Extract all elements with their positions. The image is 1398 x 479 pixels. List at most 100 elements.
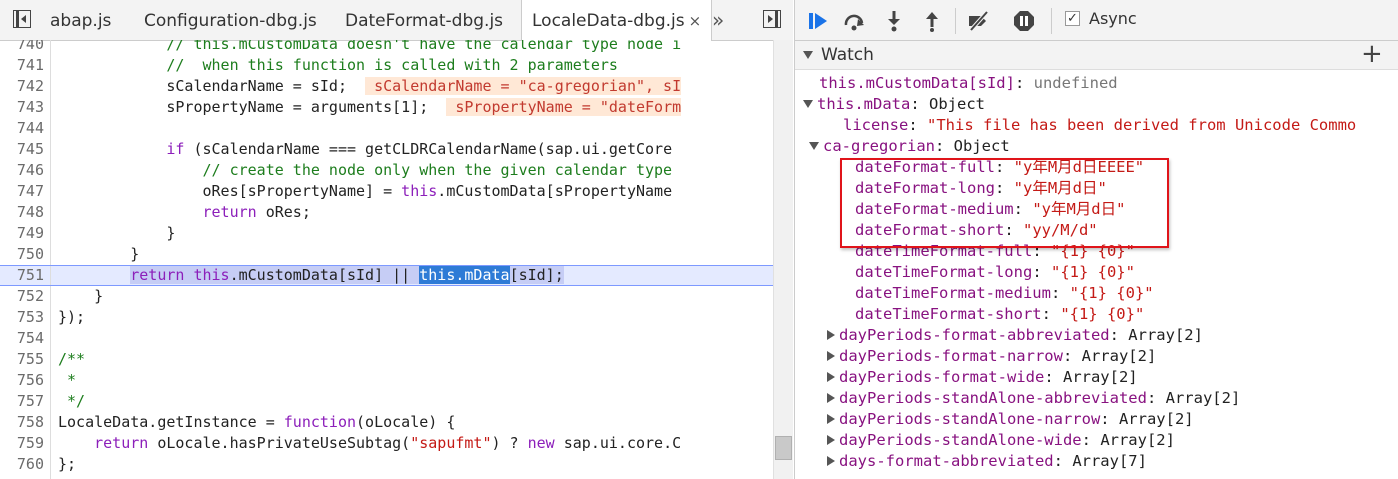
watch-expandable-row[interactable]: this.mData: Object [803, 94, 985, 115]
code-line[interactable]: 748 return oRes; [0, 202, 773, 223]
step-into-icon[interactable] [883, 10, 905, 32]
watch-expandable-row[interactable]: days-format-abbreviated: Array[7] [827, 451, 1147, 472]
code-line[interactable]: 757 */ [0, 391, 773, 412]
collapsed-arrow-icon[interactable] [827, 414, 835, 424]
code-line[interactable]: 755 /** [0, 349, 773, 370]
line-number[interactable]: 755 [0, 349, 51, 370]
line-number[interactable]: 754 [0, 328, 51, 349]
collapsed-arrow-icon[interactable] [827, 372, 835, 382]
line-number[interactable]: 751 [0, 266, 51, 285]
line-number[interactable]: 749 [0, 223, 51, 244]
watch-property-row[interactable]: dateTimeFormat-full: "{1} {0}" [855, 241, 1135, 262]
watch-expandable-row[interactable]: ca-gregorian: Object [809, 136, 1010, 157]
watch-property-row[interactable]: dateTimeFormat-long: "{1} {0}" [855, 262, 1135, 283]
line-number[interactable]: 744 [0, 118, 51, 139]
watch-expandable-row[interactable]: dayPeriods-standAlone-abbreviated: Array… [827, 388, 1240, 409]
code-line[interactable]: 745 if (sCalendarName === getCLDRCalenda… [0, 139, 773, 160]
tab-localedata-dbg-js[interactable]: LocaleData-dbg.js × [521, 0, 713, 41]
watch-key: dateFormat-full [855, 158, 995, 176]
code-line[interactable]: 761 [0, 475, 773, 479]
collapsed-arrow-icon[interactable] [827, 330, 835, 340]
tab-configuration-dbg-js[interactable]: Configuration-dbg.js [134, 0, 327, 40]
code-line[interactable]: 743 sPropertyName = arguments[1]; sPrope… [0, 97, 773, 118]
expanded-arrow-icon[interactable] [809, 142, 819, 150]
line-number[interactable]: 743 [0, 97, 51, 118]
watch-property-row[interactable]: dateFormat-full: "y年M月d日EEEE" [855, 157, 1144, 178]
line-number[interactable]: 740 [0, 40, 51, 55]
watch-expandable-row[interactable]: dayPeriods-format-narrow: Array[2] [827, 346, 1156, 367]
step-out-icon[interactable] [921, 10, 943, 32]
editor-scrollbar-thumb[interactable] [775, 436, 792, 460]
line-number[interactable]: 741 [0, 55, 51, 76]
code-text: } [58, 287, 104, 305]
code-line[interactable]: 753}); [0, 307, 773, 328]
watch-expandable-row[interactable]: dayPeriods-standAlone-wide: Array[2] [827, 430, 1175, 451]
code-line[interactable]: 747 oRes[sPropertyName] = this.mCustomDa… [0, 181, 773, 202]
toggle-debugger-icon[interactable] [763, 10, 781, 28]
watch-property-row[interactable]: this.mCustomData[sId]: undefined [819, 73, 1118, 94]
line-number[interactable]: 748 [0, 202, 51, 223]
watch-expandable-row[interactable]: dayPeriods-standAlone-narrow: Array[2] [827, 409, 1194, 430]
expanded-arrow-icon[interactable] [803, 100, 813, 108]
code-line[interactable]: 742 sCalendarName = sId; sCalendarName =… [0, 76, 773, 97]
async-checkbox[interactable]: ✓ [1065, 11, 1080, 26]
code-line[interactable]: 756 * [0, 370, 773, 391]
code-line[interactable]: 741 // when this function is called with… [0, 55, 773, 76]
editor-scrollbar[interactable] [773, 40, 793, 479]
line-number[interactable]: 750 [0, 244, 51, 265]
code-line[interactable]: 759 return oLocale.hasPrivateUseSubtag("… [0, 433, 773, 454]
line-number[interactable]: 753 [0, 307, 51, 328]
watch-separator: : [1044, 368, 1063, 386]
watch-property-row[interactable]: dateFormat-medium: "y年M月d日" [855, 199, 1125, 220]
close-tab-icon[interactable]: × [689, 12, 702, 30]
collapsed-arrow-icon[interactable] [827, 435, 835, 445]
code-line[interactable]: 751 return this.mCustomData[sId] || this… [0, 265, 773, 286]
watch-value: "y年M月d日" [1032, 200, 1126, 218]
watch-section-header[interactable]: Watch + [795, 39, 1398, 70]
tab-dateformat-dbg-js[interactable]: DateFormat-dbg.js [335, 0, 513, 40]
line-number[interactable]: 745 [0, 139, 51, 160]
code-line[interactable]: 750 } [0, 244, 773, 265]
watch-property-row[interactable]: dateFormat-short: "yy/M/d" [855, 220, 1098, 241]
line-number[interactable]: 746 [0, 160, 51, 181]
line-number[interactable]: 747 [0, 181, 51, 202]
code-line[interactable]: 740 // this.mCustomData doesn't have the… [0, 40, 773, 55]
watch-separator: : [994, 179, 1014, 197]
deactivate-breakpoints-icon[interactable] [967, 10, 989, 32]
watch-expandable-row[interactable]: dayPeriods-format-wide: Array[2] [827, 367, 1138, 388]
code-line[interactable]: 758 LocaleData.getInstance = function(oLo… [0, 412, 773, 433]
watch-key: dayPeriods-format-wide [839, 368, 1045, 386]
collapse-watch-icon[interactable] [803, 51, 813, 59]
line-number[interactable]: 757 [0, 391, 51, 412]
line-number[interactable]: 742 [0, 76, 51, 97]
code-line[interactable]: 749 } [0, 223, 773, 244]
line-number[interactable]: 759 [0, 433, 51, 454]
step-over-icon[interactable] [843, 10, 865, 32]
collapsed-arrow-icon[interactable] [827, 393, 835, 403]
code-area[interactable]: 740 // this.mCustomData doesn't have the… [0, 40, 773, 479]
line-number[interactable]: 752 [0, 286, 51, 307]
toggle-navigator-icon[interactable] [13, 10, 31, 28]
tab-abap-js[interactable]: abap.js [40, 0, 121, 40]
watch-property-row[interactable]: dateFormat-long: "y年M月d日" [855, 178, 1107, 199]
add-watch-expression-icon[interactable]: + [1361, 39, 1383, 69]
collapsed-arrow-icon[interactable] [827, 351, 835, 361]
watch-property-row[interactable]: dateTimeFormat-short: "{1} {0}" [855, 304, 1144, 325]
watch-expandable-row[interactable]: dayPeriods-format-abbreviated: Array[2] [827, 325, 1203, 346]
code-line[interactable]: 754 [0, 328, 773, 349]
pause-on-exceptions-icon[interactable] [1013, 10, 1035, 32]
watch-property-row[interactable]: dateTimeFormat-medium: "{1} {0}" [855, 283, 1154, 304]
watch-property-row[interactable]: license: "This file has been derived fro… [843, 115, 1356, 136]
collapsed-arrow-icon[interactable] [827, 456, 835, 466]
more-tabs-icon[interactable]: » [712, 8, 724, 32]
watch-key: dateTimeFormat-medium [855, 284, 1051, 302]
code-line[interactable]: 744 [0, 118, 773, 139]
line-number[interactable]: 761 [0, 475, 51, 479]
line-number[interactable]: 760 [0, 454, 51, 475]
code-line[interactable]: 746 // create the node only when the giv… [0, 160, 773, 181]
line-number[interactable]: 758 [0, 412, 51, 433]
line-number[interactable]: 756 [0, 370, 51, 391]
code-line[interactable]: 752 } [0, 286, 773, 307]
code-line[interactable]: 760}; [0, 454, 773, 475]
resume-icon[interactable] [807, 10, 829, 32]
